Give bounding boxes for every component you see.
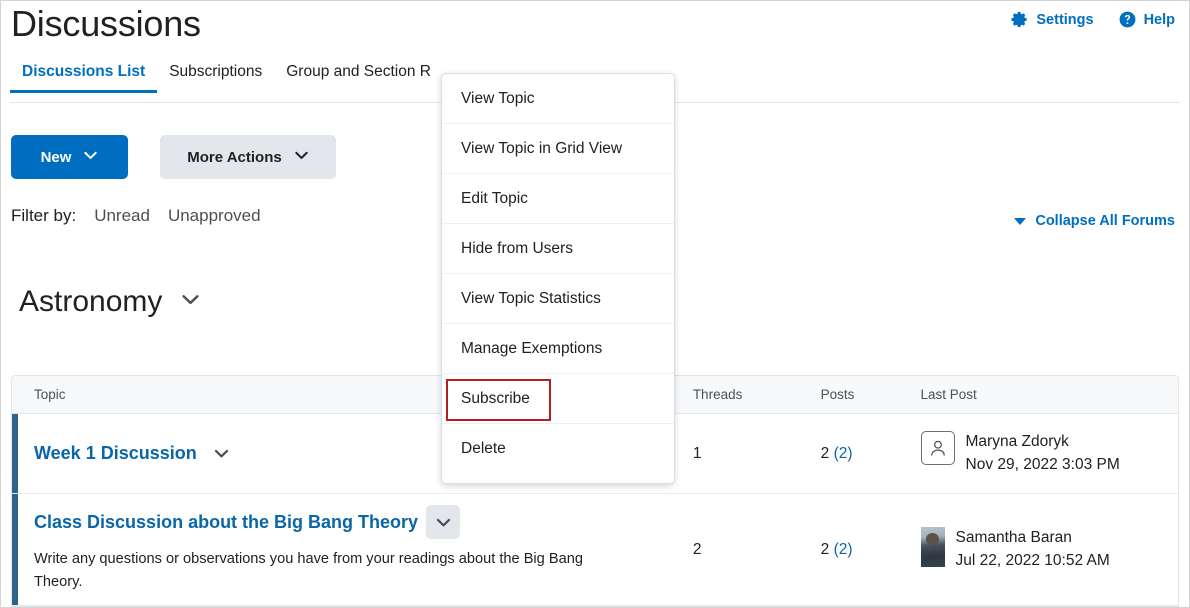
tab-group-and-section-restrictions[interactable]: Group and Section R: [274, 63, 443, 92]
action-button-row: New More Actions: [11, 135, 336, 179]
topic-actions-chevron-down-icon[interactable]: [205, 437, 239, 471]
header-actions: Settings Help: [1010, 10, 1175, 29]
last-post-cell: Maryna Zdoryk Nov 29, 2022 3:03 PM: [899, 430, 1178, 477]
settings-label: Settings: [1036, 11, 1094, 28]
chevron-down-icon: [294, 148, 309, 167]
column-header-posts: Posts: [820, 387, 855, 402]
page-header: Discussions Settings Help: [1, 1, 1189, 61]
last-post-author: Samantha Baran: [955, 528, 1072, 546]
settings-button[interactable]: Settings: [1010, 10, 1094, 29]
more-actions-label: More Actions: [187, 148, 282, 166]
discussions-page: Discussions Settings Help Discussions Li…: [0, 0, 1190, 608]
topic-description: Write any questions or observations you …: [34, 551, 583, 590]
tab-label: Subscriptions: [169, 63, 263, 80]
triangle-down-icon: [1014, 217, 1027, 225]
new-button-label: New: [40, 148, 72, 166]
tab-list: Discussions List Subscriptions Group and…: [10, 63, 443, 93]
posts-total: 2: [820, 540, 830, 558]
last-post: Samantha Baran Jul 22, 2022 10:52 AM: [899, 526, 1178, 573]
last-post-text: Maryna Zdoryk Nov 29, 2022 3:03 PM: [966, 431, 1120, 477]
menu-item-label: View Topic: [461, 89, 535, 107]
topic-link[interactable]: Week 1 Discussion: [34, 443, 197, 464]
page-title: Discussions: [11, 3, 201, 44]
last-post-text: Samantha Baran Jul 22, 2022 10:52 AM: [956, 527, 1110, 573]
menu-item-label: Edit Topic: [461, 189, 528, 207]
last-post-cell: Samantha Baran Jul 22, 2022 10:52 AM: [899, 526, 1178, 573]
forum-name: Astronomy: [19, 285, 163, 318]
column-header-threads: Threads: [692, 387, 743, 402]
filter-option-unread[interactable]: Unread: [94, 206, 150, 226]
chevron-down-icon: [83, 148, 98, 167]
filter-row: Filter by: Unread Unapproved: [11, 206, 261, 226]
menu-item-label: View Topic in Grid View: [461, 139, 623, 157]
topic-actions-chevron-down-icon[interactable]: [426, 505, 461, 540]
table-row: Class Discussion about the Big Bang Theo…: [12, 494, 1178, 606]
help-circle-icon: [1118, 10, 1137, 29]
tab-label: Discussions List: [22, 63, 146, 80]
menu-item-label: Delete: [461, 440, 506, 457]
topic-context-menu: View Topic View Topic in Grid View Edit …: [441, 73, 675, 484]
menu-item-subscribe[interactable]: Subscribe: [442, 374, 674, 424]
tab-discussions-list[interactable]: Discussions List: [10, 63, 158, 93]
more-actions-button[interactable]: More Actions: [160, 135, 336, 179]
filter-label: Filter by:: [11, 206, 77, 225]
avatar-placeholder-icon: [920, 430, 955, 465]
help-button[interactable]: Help: [1118, 10, 1175, 29]
tab-subscriptions[interactable]: Subscriptions: [157, 63, 274, 92]
last-post: Maryna Zdoryk Nov 29, 2022 3:03 PM: [899, 430, 1178, 477]
forum-heading: Astronomy: [19, 285, 201, 319]
threads-count: 1: [692, 444, 702, 462]
topic-link[interactable]: Class Discussion about the Big Bang Theo…: [34, 512, 418, 533]
menu-item-edit-topic[interactable]: Edit Topic: [442, 174, 674, 224]
gear-icon: [1010, 10, 1029, 29]
last-post-date: Jul 22, 2022 10:52 AM: [955, 551, 1110, 569]
menu-item-view-topic-in-grid-view[interactable]: View Topic in Grid View: [442, 124, 674, 174]
tab-label: Group and Section R: [286, 63, 431, 80]
menu-item-delete[interactable]: Delete: [442, 424, 674, 474]
topic-heading: Class Discussion about the Big Bang Theo…: [34, 505, 671, 540]
topic-cell: Class Discussion about the Big Bang Theo…: [12, 505, 671, 593]
menu-item-view-topic-statistics[interactable]: View Topic Statistics: [442, 274, 674, 324]
menu-item-hide-from-users[interactable]: Hide from Users: [442, 224, 674, 274]
posts-unread-link[interactable]: (2): [834, 541, 853, 558]
menu-item-label: Subscribe: [461, 389, 530, 407]
menu-item-label: View Topic Statistics: [461, 289, 601, 307]
menu-item-view-topic[interactable]: View Topic: [442, 74, 674, 124]
forum-chevron-down-icon[interactable]: [180, 289, 201, 315]
column-header-lastpost: Last Post: [920, 387, 977, 402]
posts-count: 2 (2): [799, 445, 899, 463]
row-accent-bar: [12, 414, 18, 493]
last-post-date: Nov 29, 2022 3:03 PM: [965, 455, 1120, 473]
menu-item-manage-exemptions[interactable]: Manage Exemptions: [442, 324, 674, 374]
new-button[interactable]: New: [11, 135, 128, 179]
last-post-author: Maryna Zdoryk: [965, 432, 1069, 450]
filter-option-unapproved[interactable]: Unapproved: [168, 206, 261, 226]
threads-count: 2: [692, 540, 702, 558]
posts-unread-link[interactable]: (2): [834, 445, 853, 462]
help-label: Help: [1143, 11, 1175, 28]
posts-total: 2: [820, 444, 830, 462]
posts-count: 2 (2): [799, 541, 899, 559]
collapse-all-forums-button[interactable]: Collapse All Forums: [1014, 213, 1175, 229]
menu-item-label: Hide from Users: [461, 239, 573, 257]
menu-item-label: Manage Exemptions: [461, 339, 603, 357]
avatar-photo: [920, 526, 945, 567]
row-accent-bar: [12, 494, 18, 605]
collapse-all-label: Collapse All Forums: [1035, 213, 1175, 229]
